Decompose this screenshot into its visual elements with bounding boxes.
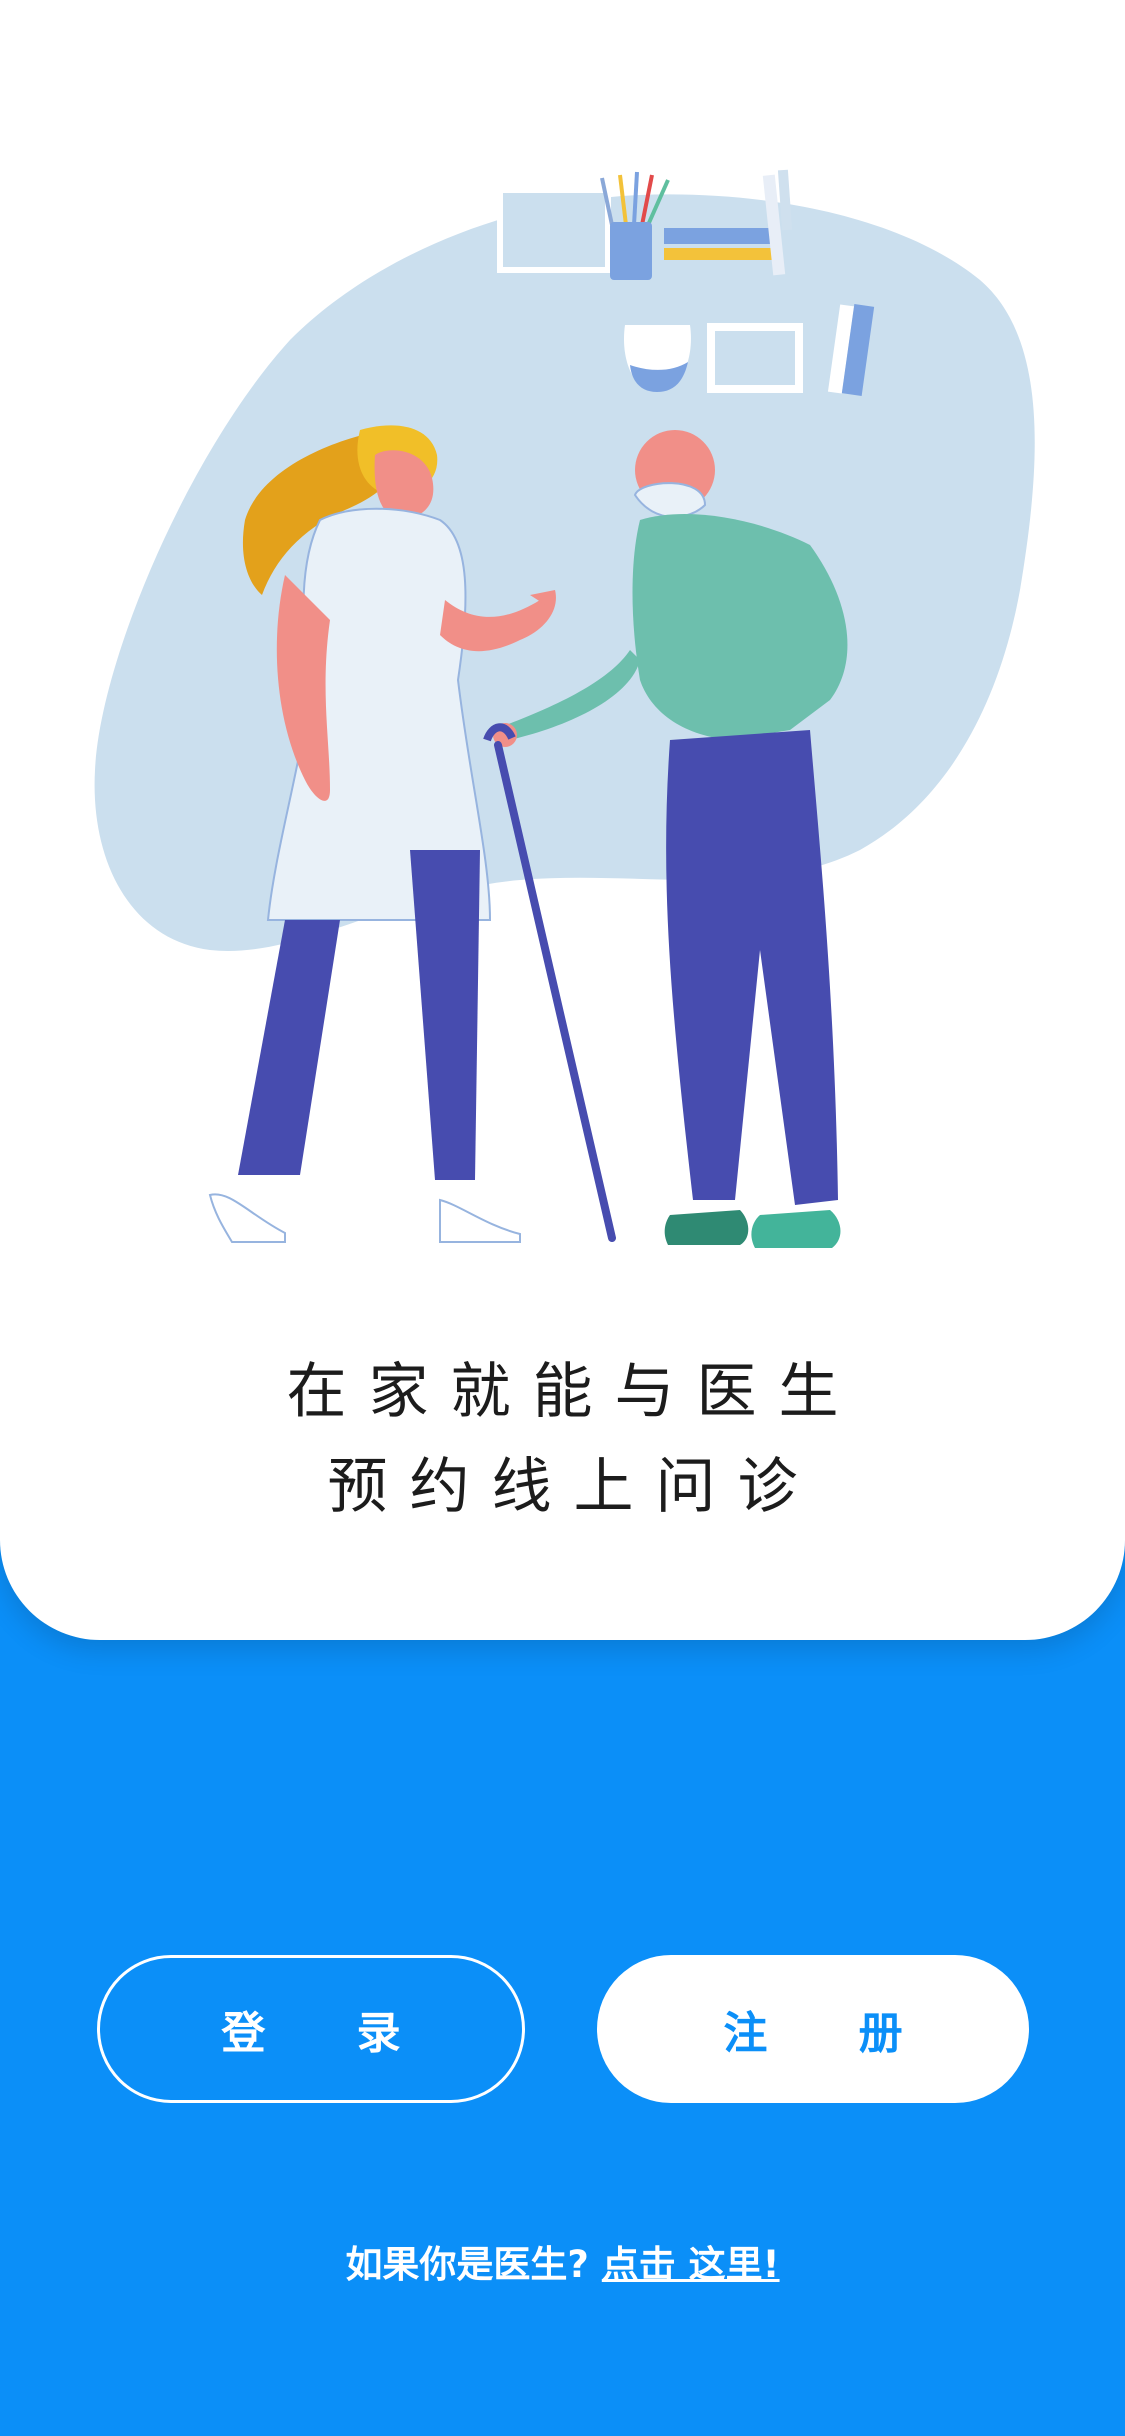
tagline-line-2: 预约线上问诊 [327,1452,820,1522]
welcome-card: 在家就能与医生 预约线上问诊 [0,0,1125,1640]
doctor-entry-link[interactable]: 点击 这里! [602,2243,780,2286]
picture-frame-icon [707,323,803,393]
doctor-prompt-text: 如果你是医生? [345,2243,589,2286]
doctor-entry-prompt: 如果你是医生? 点击 这里! [0,2234,1125,2288]
register-button[interactable]: 注 册 [597,1955,1029,2103]
login-button[interactable]: 登 录 [97,1955,525,2103]
doctor-patient-illustration [94,169,1035,1248]
shelf-frame-icon [497,187,611,273]
tagline-line-1: 在家就能与医生 [286,1357,861,1427]
background-blob [94,194,1035,951]
tagline: 在家就能与医生 预约线上问诊 [0,1345,1125,1535]
